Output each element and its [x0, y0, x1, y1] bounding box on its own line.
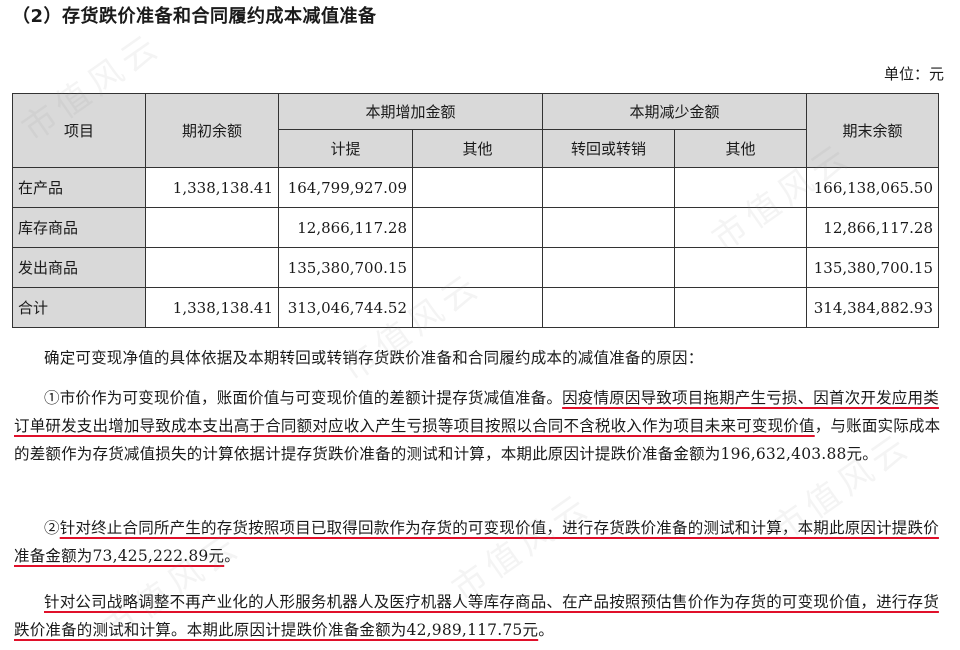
row-item: 合计	[12, 287, 146, 328]
row-closing: 12,866,117.28	[806, 207, 940, 248]
row-other-decrease	[674, 167, 808, 208]
row-item: 在产品	[12, 167, 146, 208]
header-provision: 计提	[278, 129, 413, 168]
row-other-increase	[411, 167, 544, 208]
unit-label: 单位：元	[883, 65, 944, 83]
reason-3-paragraph: 针对公司战略调整不再产业化的人形服务机器人及医疗机器人等库存商品、在产品按照预估…	[14, 588, 946, 644]
impairment-table: 项目 期初余额 本期增加金额 本期减少金额 期末余额 计提 其他 转回或转销 其…	[12, 93, 940, 328]
reason-1-paragraph: ①市价作为可变现价值，账面价值与可变现价值的差额计提存货减值准备。因疫情原因导致…	[14, 384, 946, 468]
row-reversal	[542, 287, 676, 328]
intro-text: 确定可变现净值的具体依据及本期转回或转销存货跌价准备和合同履约成本的减值准备的原…	[44, 349, 704, 367]
row-item: 发出商品	[12, 247, 146, 288]
row-item: 库存商品	[12, 207, 146, 248]
row-provision: 135,380,700.15	[278, 247, 413, 288]
header-opening: 期初余额	[145, 93, 279, 168]
table-total-row: 合计 1,338,138.41 313,046,744.52 314,384,8…	[12, 287, 940, 328]
row-provision: 12,866,117.28	[278, 207, 413, 248]
header-increase: 本期增加金额	[277, 93, 544, 130]
row-other-increase	[411, 207, 544, 248]
header-reversal: 转回或转销	[542, 129, 676, 168]
reason-2-lead: ②	[44, 519, 60, 537]
row-closing: 135,380,700.15	[806, 247, 940, 288]
row-closing: 314,384,882.93	[806, 287, 940, 328]
header-item: 项目	[12, 93, 146, 168]
row-reversal	[542, 207, 676, 248]
table-row: 库存商品 12,866,117.28 12,866,117.28	[12, 207, 940, 248]
section-title: （2）存货跌价准备和合同履约成本减值准备	[12, 6, 377, 27]
table-row: 发出商品 135,380,700.15 135,380,700.15	[12, 247, 940, 288]
row-opening: 1,338,138.41	[145, 287, 279, 328]
row-provision: 164,799,927.09	[278, 167, 413, 208]
reason-3-tail: 。	[538, 621, 554, 639]
reason-2-tail: 。	[224, 547, 240, 565]
header-other-decrease: 其他	[674, 129, 808, 168]
row-opening	[145, 247, 279, 288]
header-decrease: 本期减少金额	[542, 93, 808, 130]
row-reversal	[542, 167, 676, 208]
row-opening: 1,338,138.41	[145, 167, 279, 208]
row-other-increase	[411, 287, 544, 328]
row-provision: 313,046,744.52	[278, 287, 413, 328]
table-header-row: 项目 期初余额 本期增加金额 本期减少金额 期末余额	[12, 93, 940, 168]
row-opening	[145, 207, 279, 248]
intro-paragraph: 确定可变现净值的具体依据及本期转回或转销存货跌价准备和合同履约成本的减值准备的原…	[14, 344, 946, 372]
row-reversal	[542, 247, 676, 288]
table-row: 在产品 1,338,138.41 164,799,927.09 166,138,…	[12, 167, 940, 208]
row-other-increase	[411, 247, 544, 288]
row-other-decrease	[674, 247, 808, 288]
reason-2-paragraph: ②针对终止合同所产生的存货按照项目已取得回款作为存货的可变现价值，进行存货跌价准…	[14, 514, 946, 570]
reason-1-lead: ①市价作为可变现价值，账面价值与可变现价值的差额计提存货减值准备。	[44, 389, 563, 407]
row-closing: 166,138,065.50	[806, 167, 940, 208]
reason-3-underlined: 针对公司战略调整不再产业化的人形服务机器人及医疗机器人等库存商品、在产品按照预估…	[14, 593, 939, 639]
row-other-decrease	[674, 287, 808, 328]
header-closing: 期末余额	[806, 93, 940, 168]
row-other-decrease	[674, 207, 808, 248]
reason-2-underlined: 针对终止合同所产生的存货按照项目已取得回款作为存货的可变现价值，进行存货跌价准备…	[14, 519, 939, 565]
document-page: （2）存货跌价准备和合同履约成本减值准备 单位：元 项目 期初余额 本期增加金额…	[0, 0, 960, 650]
header-other-increase: 其他	[411, 129, 544, 168]
